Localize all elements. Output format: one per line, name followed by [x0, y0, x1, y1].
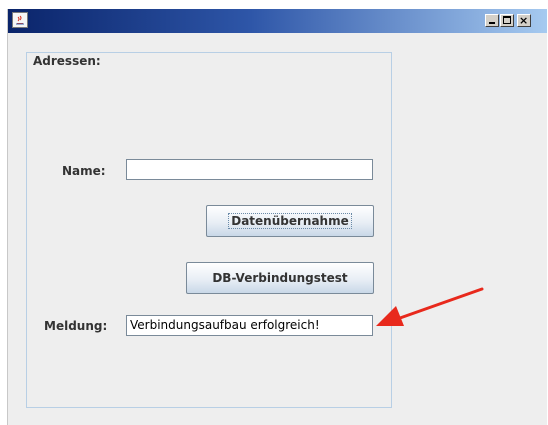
red-arrow-annotation — [376, 287, 484, 326]
